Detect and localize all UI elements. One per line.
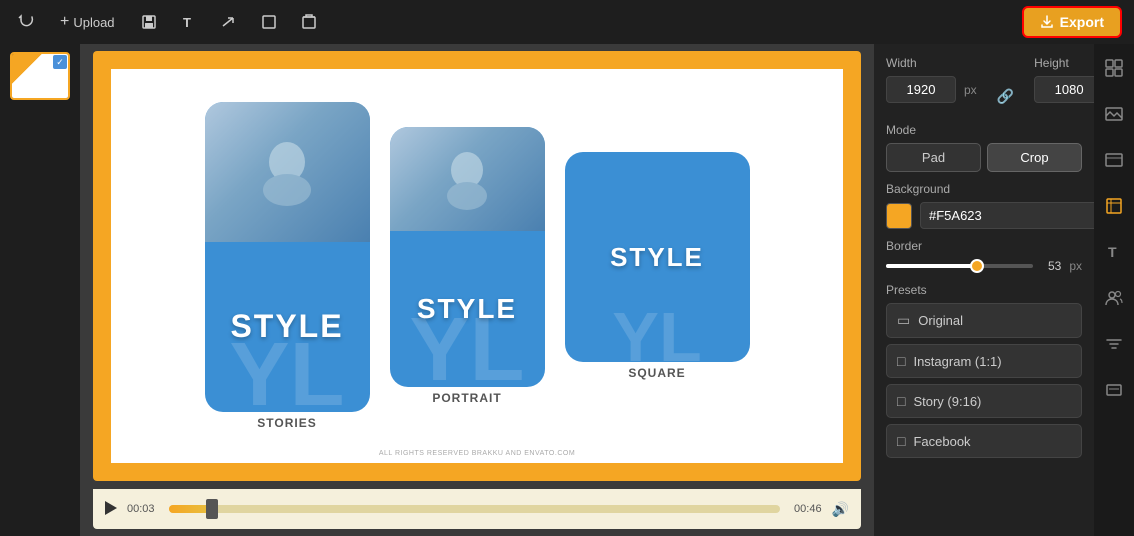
portrait-photo bbox=[390, 127, 545, 231]
stories-style-text: STYLE bbox=[230, 308, 343, 345]
copyright-text: ALL RIGHTS RESERVED BRAKKU AND ENVATO.CO… bbox=[379, 450, 575, 457]
stories-photo bbox=[205, 102, 370, 242]
portrait-card-wrapper: STYLE YL PORTRAIT bbox=[390, 127, 545, 405]
upload-button[interactable]: + Upload bbox=[52, 9, 123, 35]
square-text-area: STYLE YL bbox=[565, 152, 750, 362]
end-time: 00:46 bbox=[790, 503, 822, 515]
portrait-text-area: STYLE YL bbox=[390, 231, 545, 387]
width-input[interactable] bbox=[886, 76, 956, 103]
square-card-wrapper: STYLE YL SQUARE bbox=[565, 152, 750, 380]
preset-instagram[interactable]: □ Instagram (1:1) bbox=[886, 344, 1082, 378]
current-time: 00:03 bbox=[127, 503, 159, 515]
thumbnail-check: ✓ bbox=[53, 55, 67, 69]
link-icon: 🔗 bbox=[997, 88, 1014, 105]
users-icon-btn[interactable] bbox=[1098, 282, 1130, 314]
crop-icon-btn[interactable] bbox=[1098, 190, 1130, 222]
preset-facebook-label: Facebook bbox=[913, 434, 970, 449]
volume-icon[interactable]: 🔊 bbox=[832, 501, 849, 518]
stories-card-wrapper: STYLE YL STORIES bbox=[205, 102, 370, 430]
portrait-style-text: STYLE bbox=[417, 293, 517, 325]
top-toolbar: + Upload T bbox=[0, 0, 1134, 44]
mode-row: Pad Crop bbox=[886, 143, 1082, 172]
preset-story[interactable]: □ Story (9:16) bbox=[886, 384, 1082, 418]
preset-facebook[interactable]: □ Facebook bbox=[886, 424, 1082, 458]
svg-text:T: T bbox=[1108, 244, 1117, 260]
color-swatch[interactable] bbox=[886, 203, 912, 229]
text-icon-btn[interactable]: T bbox=[1098, 236, 1130, 268]
mode-label: Mode bbox=[886, 123, 1082, 137]
slider-fill bbox=[886, 264, 977, 268]
width-unit: px bbox=[964, 83, 977, 97]
stories-text-area: STYLE YL bbox=[205, 242, 370, 413]
pad-button[interactable]: Pad bbox=[886, 143, 981, 172]
preset-story-label: Story (9:16) bbox=[913, 394, 981, 409]
shape-button[interactable] bbox=[255, 8, 283, 36]
arrow-button[interactable] bbox=[215, 8, 243, 36]
grid-icon-btn[interactable] bbox=[1098, 52, 1130, 84]
settings-icon-btn[interactable] bbox=[1098, 328, 1130, 360]
canvas-wrapper: STYLE YL STORIES bbox=[93, 51, 861, 481]
portrait-label: PORTRAIT bbox=[432, 391, 501, 405]
preset-original-label: Original bbox=[918, 313, 963, 328]
slider-track[interactable] bbox=[886, 264, 1033, 268]
right-panel: Width px 🔗 Height px bbox=[874, 44, 1094, 536]
background-label: Background bbox=[886, 182, 1082, 196]
height-row: px bbox=[1034, 76, 1094, 103]
stories-card[interactable]: STYLE YL bbox=[205, 102, 370, 412]
layers-icon-btn[interactable] bbox=[1098, 374, 1130, 406]
portrait-card[interactable]: STYLE YL bbox=[390, 127, 545, 387]
settings-content: Width px 🔗 Height px bbox=[874, 44, 1094, 536]
upload-label: Upload bbox=[73, 15, 114, 30]
height-input[interactable] bbox=[1034, 76, 1094, 103]
border-value: 53 bbox=[1041, 259, 1061, 273]
thumbnail-1[interactable]: ✓ bbox=[10, 52, 70, 100]
original-icon: ▭ bbox=[897, 312, 910, 329]
portrait-face bbox=[390, 127, 545, 231]
border-label: Border bbox=[886, 239, 1082, 253]
facebook-icon: □ bbox=[897, 433, 905, 449]
width-label: Width bbox=[886, 56, 977, 70]
image-icon-btn[interactable] bbox=[1098, 98, 1130, 130]
background-row bbox=[886, 202, 1082, 229]
border-section: Border 53 px bbox=[886, 239, 1082, 273]
save-button[interactable] bbox=[135, 8, 163, 36]
stories-label: STORIES bbox=[257, 416, 316, 430]
text-button[interactable]: T bbox=[175, 8, 203, 36]
progress-track[interactable] bbox=[169, 505, 780, 513]
preset-original[interactable]: ▭ Original bbox=[886, 303, 1082, 338]
story-icon: □ bbox=[897, 393, 905, 409]
color-value-input[interactable] bbox=[920, 202, 1094, 229]
left-panel: ✓ bbox=[0, 44, 80, 536]
height-label: Height bbox=[1034, 56, 1094, 70]
square-label: SQUARE bbox=[628, 366, 685, 380]
instagram-icon: □ bbox=[897, 353, 905, 369]
media-icon-btn[interactable] bbox=[1098, 144, 1130, 176]
playback-bar: 00:03 00:46 🔊 bbox=[93, 489, 861, 529]
crop-button[interactable]: Crop bbox=[987, 143, 1082, 172]
square-style-text: STYLE bbox=[610, 242, 704, 273]
delete-button[interactable] bbox=[295, 8, 323, 36]
presets-section: Presets ▭ Original □ Instagram (1:1) □ S… bbox=[886, 283, 1082, 458]
svg-text:T: T bbox=[183, 15, 191, 30]
canvas-inner: STYLE YL STORIES bbox=[111, 69, 843, 463]
undo-button[interactable] bbox=[12, 8, 40, 36]
border-unit: px bbox=[1069, 259, 1082, 273]
stories-face bbox=[205, 102, 370, 242]
canvas-content: STYLE YL STORIES bbox=[111, 69, 843, 463]
preset-instagram-label: Instagram (1:1) bbox=[913, 354, 1001, 369]
far-right-panel: T bbox=[1094, 44, 1134, 536]
square-card[interactable]: STYLE YL bbox=[565, 152, 750, 362]
progress-thumb bbox=[206, 499, 218, 519]
export-button[interactable]: Export bbox=[1022, 6, 1122, 38]
slider-thumb[interactable] bbox=[970, 259, 984, 273]
canvas-area: STYLE YL STORIES bbox=[80, 44, 874, 536]
play-button[interactable] bbox=[105, 501, 117, 518]
width-row: px bbox=[886, 76, 977, 103]
presets-label: Presets bbox=[886, 283, 1082, 297]
plus-icon: + bbox=[60, 13, 69, 31]
square-bg-text: YL bbox=[612, 297, 701, 362]
export-label: Export bbox=[1060, 14, 1104, 30]
slider-row: 53 px bbox=[886, 259, 1082, 273]
main-area: ✓ bbox=[0, 44, 1134, 536]
